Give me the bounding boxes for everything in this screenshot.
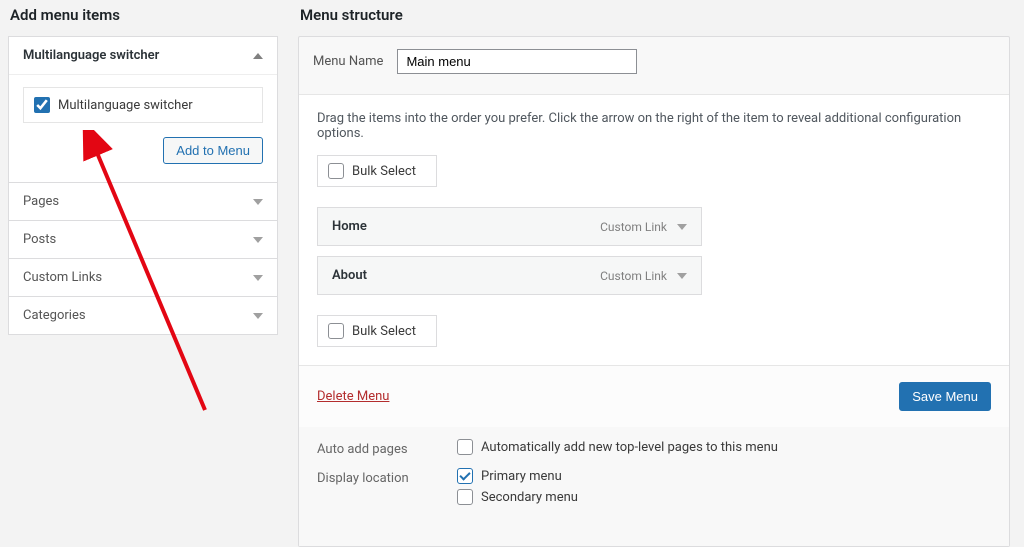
menu-item[interactable]: Home Custom Link	[317, 207, 702, 246]
panel-label: Categories	[23, 308, 86, 323]
bulk-select-top[interactable]: Bulk Select	[317, 155, 437, 187]
menu-items-list: Home Custom Link About Custom Link	[317, 207, 702, 295]
bulk-select-checkbox[interactable]	[328, 163, 344, 179]
panel-categories[interactable]: Categories	[9, 296, 277, 334]
panel-body-mls: Multilanguage switcher Add to Menu	[9, 74, 277, 182]
panel-label: Pages	[23, 194, 59, 209]
save-menu-button[interactable]: Save Menu	[899, 382, 991, 411]
mls-checkbox-label: Multilanguage switcher	[58, 98, 193, 113]
drag-hint: Drag the items into the order you prefer…	[317, 111, 991, 141]
menu-structure-heading: Menu structure	[300, 6, 1010, 24]
menu-name-input[interactable]	[397, 49, 637, 74]
chevron-down-icon	[253, 237, 263, 243]
auto-add-cb-label: Automatically add new top-level pages to…	[481, 440, 778, 455]
panel-pages[interactable]: Pages	[9, 182, 277, 220]
chevron-down-icon[interactable]	[677, 224, 687, 230]
menu-frame: Menu Name Drag the items into the order …	[298, 36, 1010, 547]
primary-menu-option[interactable]: Primary menu	[457, 468, 578, 484]
bulk-select-checkbox[interactable]	[328, 323, 344, 339]
menu-item[interactable]: About Custom Link	[317, 256, 702, 295]
bulk-select-label: Bulk Select	[352, 164, 416, 179]
add-to-menu-button[interactable]: Add to Menu	[163, 137, 263, 164]
chevron-down-icon	[253, 313, 263, 319]
menu-item-type: Custom Link	[600, 220, 667, 234]
accordion: Multilanguage switcher Multilanguage swi…	[8, 36, 278, 335]
bulk-select-label: Bulk Select	[352, 324, 416, 339]
primary-menu-checkbox[interactable]	[457, 468, 473, 484]
panel-multilanguage-switcher[interactable]: Multilanguage switcher	[9, 37, 277, 74]
chevron-down-icon	[253, 199, 263, 205]
auto-add-pages-option[interactable]: Automatically add new top-level pages to…	[457, 439, 778, 455]
panel-label: Multilanguage switcher	[23, 48, 159, 63]
bulk-select-bottom[interactable]: Bulk Select	[317, 315, 437, 347]
auto-add-pages-label: Auto add pages	[317, 439, 457, 460]
delete-menu-link[interactable]: Delete Menu	[317, 389, 389, 404]
menu-name-label: Menu Name	[313, 54, 383, 69]
add-items-heading: Add menu items	[10, 6, 278, 24]
panel-label: Posts	[23, 232, 56, 247]
chevron-down-icon	[253, 275, 263, 281]
menu-item-name: About	[332, 268, 367, 283]
secondary-menu-label: Secondary menu	[481, 490, 578, 505]
display-location-label: Display location	[317, 468, 457, 510]
chevron-up-icon	[253, 53, 263, 59]
panel-label: Custom Links	[23, 270, 102, 285]
menu-item-type: Custom Link	[600, 269, 667, 283]
panel-posts[interactable]: Posts	[9, 220, 277, 258]
secondary-menu-option[interactable]: Secondary menu	[457, 489, 578, 505]
secondary-menu-checkbox[interactable]	[457, 489, 473, 505]
menu-item-name: Home	[332, 219, 367, 234]
primary-menu-label: Primary menu	[481, 469, 562, 484]
mls-checkbox[interactable]	[34, 97, 50, 113]
mls-item-row[interactable]: Multilanguage switcher	[23, 87, 263, 123]
auto-add-checkbox[interactable]	[457, 439, 473, 455]
chevron-down-icon[interactable]	[677, 273, 687, 279]
panel-custom-links[interactable]: Custom Links	[9, 258, 277, 296]
